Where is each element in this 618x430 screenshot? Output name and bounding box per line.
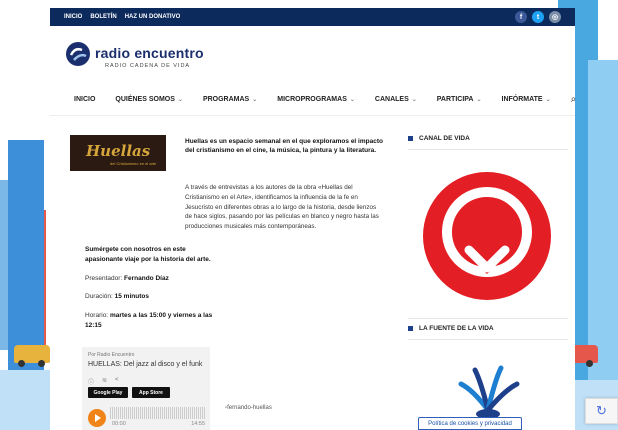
- fuente-de-la-vida-logo-icon[interactable]: [453, 360, 523, 420]
- player-author[interactable]: Por Radio Encuentro: [88, 352, 134, 358]
- nav-item-label: PROGRAMAS: [202, 96, 250, 103]
- schedule-label: Horario:: [85, 312, 109, 319]
- nav-item-programas[interactable]: PROGRAMAS ⌄: [203, 96, 257, 103]
- nav-item-microprogramas[interactable]: MICROPROGRAMAS ⌄: [277, 96, 355, 103]
- chevron-down-icon: ⌄: [545, 97, 551, 103]
- chevron-down-icon: ⌄: [476, 97, 482, 103]
- podcast-player: Por Radio Encuentro HUELLAS: Del jazz al…: [82, 347, 210, 430]
- huellas-program-image: Huellas del Cristianismo en el arte: [70, 135, 166, 171]
- facebook-icon[interactable]: f: [515, 11, 527, 23]
- nav-item-quienes-somos[interactable]: QUIÉNES SOMOS ⌄: [115, 96, 183, 103]
- brand-title[interactable]: radio encuentro: [95, 45, 204, 61]
- schedule-line: Horario: martes a las 15:00 y viernes a …: [85, 311, 215, 331]
- divider: [408, 339, 568, 340]
- top-bar: INICIO BOLETÍN HAZ UN DONATIVO f t ◎: [50, 8, 575, 26]
- program-intro: Huellas es un espacio semanal en el que …: [185, 138, 383, 155]
- huellas-image-title: Huellas: [86, 142, 151, 160]
- search-icon[interactable]: ⌕: [571, 94, 577, 105]
- info-icon[interactable]: ⓘ: [88, 377, 94, 386]
- player-current-time: 00:00: [112, 421, 126, 427]
- program-description: A través de entrevistas a los autores de…: [185, 184, 379, 230]
- brand-subtitle: RADIO CADENA DE VIDA: [105, 63, 191, 69]
- nav-item-canales[interactable]: CANALES ⌄: [375, 96, 417, 103]
- program-details: Sumérgete con nosotros en este apasionan…: [85, 245, 215, 340]
- chevron-down-icon: ⌄: [177, 97, 183, 103]
- canal-de-vida-logo-icon[interactable]: [421, 170, 553, 302]
- twitter-icon[interactable]: t: [532, 11, 544, 23]
- fuente-de-la-vida-heading: LA FUENTE DE LA VIDA: [408, 325, 494, 332]
- rss-icon[interactable]: ≋: [102, 377, 107, 386]
- player-episode-title[interactable]: HUELLAS: Del jazz al disco y el funk: [88, 361, 202, 368]
- nav-item-label: PARTICIPA: [436, 96, 474, 103]
- duration-line: Duración: 15 minutos: [85, 292, 215, 302]
- site-header: radio encuentro RADIO CADENA DE VIDA: [50, 26, 575, 84]
- huellas-image-subtitle: del Cristianismo en el arte: [110, 161, 157, 166]
- nav-item-label: MICROPROGRAMAS: [277, 96, 347, 103]
- player-total-time: 14:55: [191, 421, 205, 427]
- cookie-policy-button[interactable]: Política de cookies y privacidad: [418, 417, 522, 430]
- divider: [408, 318, 568, 319]
- chevron-down-icon: ⌄: [411, 97, 417, 103]
- share-icon[interactable]: <: [115, 377, 119, 386]
- play-button[interactable]: [88, 409, 106, 427]
- main-nav: INICIO QUIÉNES SOMOS ⌄ PROGRAMAS ⌄ MICROPR…: [50, 84, 577, 116]
- presenter-line: Presentador: Fernando Díaz: [85, 274, 215, 284]
- social-links: f t ◎: [515, 11, 561, 23]
- player-actions: ⓘ ≋ <: [88, 377, 119, 386]
- presenter-value: Fernando Díaz: [124, 274, 169, 282]
- nav-item-label: CANALES: [374, 96, 409, 103]
- radio-encuentro-logo-icon[interactable]: [65, 41, 91, 67]
- recaptcha-icon[interactable]: ↻: [585, 398, 618, 424]
- heading-marker-icon: [408, 136, 413, 141]
- duration-label: Duración:: [85, 293, 113, 301]
- canal-heading-label: CANAL DE VIDA: [419, 135, 470, 142]
- topbar-link-donativo[interactable]: HAZ UN DONATIVO: [125, 14, 181, 20]
- broken-image-alt: fernando-huellas: [227, 405, 272, 411]
- nav-item-participa[interactable]: PARTICIPA ⌄: [437, 96, 482, 103]
- nav-item-informate[interactable]: INFÓRMATE ⌄: [502, 96, 551, 103]
- chevron-down-icon: ⌄: [252, 97, 258, 103]
- divider: [408, 149, 568, 150]
- heading-marker-icon: [408, 326, 413, 331]
- topbar-link-inicio[interactable]: INICIO: [64, 14, 82, 20]
- presenter-label: Presentador:: [85, 274, 123, 282]
- topbar-link-boletin[interactable]: BOLETÍN: [90, 14, 116, 20]
- sidebar: CANAL DE VIDA LA FUENTE DE LA VIDA: [408, 135, 568, 419]
- google-play-button[interactable]: Google Play: [88, 387, 128, 398]
- chevron-down-icon: ⌄: [349, 97, 355, 103]
- canal-de-vida-heading: CANAL DE VIDA: [408, 135, 568, 142]
- nav-item-label: INICIO: [74, 96, 96, 103]
- nav-item-label: INFÓRMATE: [501, 96, 543, 103]
- nav-item-inicio[interactable]: INICIO: [74, 96, 95, 103]
- duration-value: 15 minutos: [114, 293, 149, 301]
- program-tagline: Sumérgete con nosotros en este apasionan…: [85, 246, 211, 263]
- broken-image-fernando-huellas: ▫fernando-huellas: [225, 405, 272, 411]
- instagram-icon[interactable]: ◎: [549, 11, 561, 23]
- audio-waveform-progress[interactable]: [110, 407, 205, 419]
- nav-item-label: QUIÉNES SOMOS: [115, 96, 175, 103]
- app-store-button[interactable]: App Store: [132, 387, 170, 398]
- fuente-heading-label: LA FUENTE DE LA VIDA: [419, 325, 494, 332]
